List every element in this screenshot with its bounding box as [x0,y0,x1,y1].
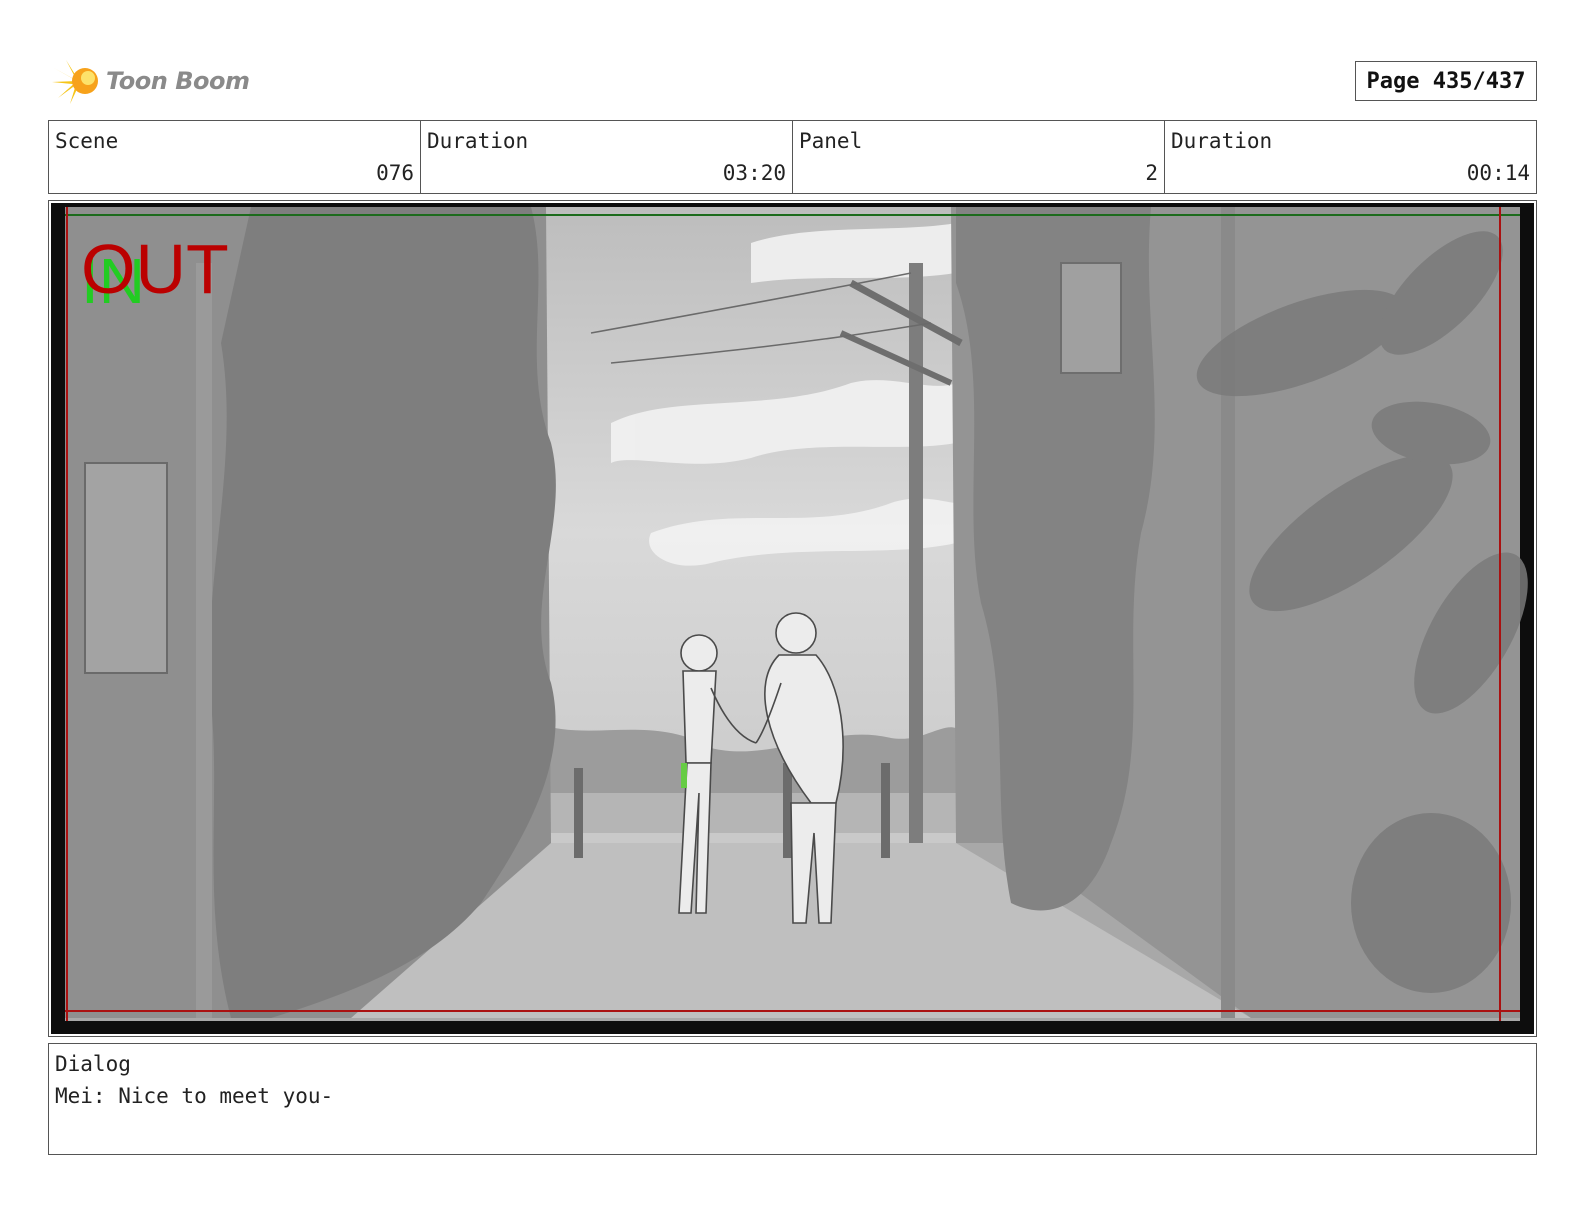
scene-info-row: Scene 076 Duration 03:20 Panel 2 Duratio… [48,120,1537,194]
water [536,793,956,833]
scene-duration-label: Duration [427,129,529,153]
scene-value: 076 [376,161,414,185]
panel-value: 2 [1145,161,1158,185]
dialog-box: Dialog Mei: Nice to meet you- [48,1043,1537,1155]
panel-duration-value: 00:14 [1466,161,1530,185]
panel-label: Panel [799,129,863,153]
dialog-label: Dialog [55,1052,131,1076]
left-window [84,462,168,674]
sun-burst-icon [52,60,98,104]
left-pipe [196,263,212,1018]
scene-label: Scene [55,129,119,153]
scene-duration-cell: Duration 03:20 [421,121,793,193]
dialog-text: Mei: Nice to meet you- [55,1084,334,1108]
panel-duration-label: Duration [1171,129,1273,153]
utility-pole [909,263,923,843]
logo-text: Toon Boom [106,67,250,95]
panel-drawing: IN OUT [51,203,1534,1034]
right-pipe [1221,207,1235,1018]
scene-cell: Scene 076 [49,121,421,193]
storyboard-panel: IN OUT [48,200,1537,1037]
wall-meter-box [1060,262,1122,374]
panel-duration-cell: Duration 00:14 [1165,121,1536,193]
scene-duration-value: 03:20 [722,161,786,185]
panel-cell: Panel 2 [793,121,1165,193]
page-number: Page 435/437 [1355,61,1537,101]
green-marker [681,763,687,788]
toon-boom-logo: Toon Boom [52,56,250,106]
out-marker: OUT [81,230,229,308]
